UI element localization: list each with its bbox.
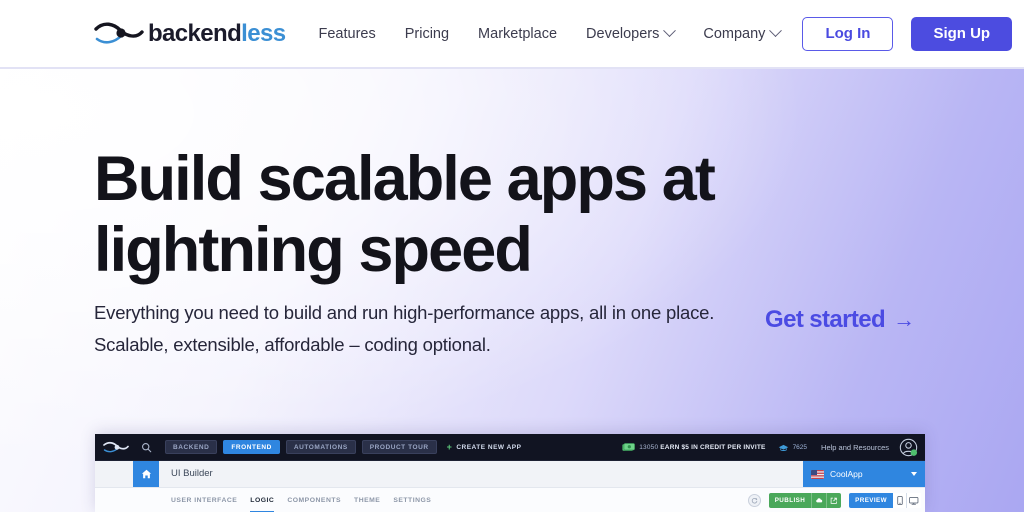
publish-button-group[interactable]: PUBLISH: [768, 493, 842, 508]
main-nav: Features Pricing Marketplace Developers …: [318, 24, 783, 42]
refresh-icon[interactable]: [747, 494, 761, 507]
logo-text-blue: less: [241, 19, 286, 47]
chevron-down-icon: [769, 24, 783, 38]
app-selector[interactable]: CoolApp: [803, 461, 925, 487]
auth-actions: Log In Sign Up: [802, 16, 1013, 51]
us-flag-icon: [811, 469, 824, 479]
nav-item-company[interactable]: Company: [703, 24, 783, 42]
chevron-down-icon: [663, 24, 677, 38]
nav-label: Developers: [586, 25, 660, 42]
logo[interactable]: backendless: [94, 14, 286, 54]
nav-label: Company: [703, 25, 766, 42]
tab-components[interactable]: COMPONENTS: [287, 488, 341, 512]
get-started-label: Get started: [765, 306, 886, 333]
page-title: Build scalable apps at lightning speed: [94, 144, 716, 285]
segment-backend[interactable]: BACKEND: [165, 439, 218, 455]
backendless-mark-icon[interactable]: [103, 441, 129, 454]
nav-label: Pricing: [404, 25, 450, 42]
nav-item-developers[interactable]: Developers: [586, 24, 677, 42]
create-new-app-label: CREATE NEW APP: [456, 443, 522, 451]
search-icon[interactable]: [137, 438, 155, 456]
app-tab-bar-actions: PUBLISH PREVIEW: [747, 488, 921, 512]
logo-text-dark: backend: [148, 19, 242, 47]
nav-item-features[interactable]: Features: [318, 26, 375, 42]
nav-item-marketplace[interactable]: Marketplace: [478, 26, 557, 42]
product-screenshot: BACKEND FRONTEND AUTOMATIONS PRODUCT TOU…: [95, 434, 925, 512]
cloud-icon[interactable]: [811, 493, 826, 508]
page-title-ui-builder: UI Builder: [171, 468, 213, 479]
money-icon: [622, 443, 636, 452]
login-button[interactable]: Log In: [802, 16, 894, 51]
nav-label: Features: [318, 25, 376, 42]
tab-logic[interactable]: LOGIC: [250, 488, 274, 512]
user-avatar-icon[interactable]: [899, 438, 919, 458]
home-button[interactable]: [133, 461, 159, 487]
mobile-icon[interactable]: [893, 493, 907, 508]
arrow-right-icon: →: [893, 307, 915, 332]
app-selector-name: CoolApp: [830, 469, 863, 479]
tab-user-interface[interactable]: USER INTERFACE: [171, 488, 237, 512]
tab-theme[interactable]: THEME: [354, 488, 380, 512]
credit-count: 13050: [639, 444, 659, 451]
app-tab-bar: USER INTERFACE LOGIC COMPONENTS THEME SE…: [95, 487, 925, 512]
create-new-app-button[interactable]: + CREATE NEW APP: [446, 441, 522, 452]
preview-label: PREVIEW: [855, 497, 887, 504]
cap-count: 7625: [792, 444, 808, 451]
segment-automations[interactable]: AUTOMATIONS: [285, 439, 356, 455]
get-started-link[interactable]: Get started →: [765, 306, 915, 334]
credit-text: 13050 EARN $5 IN CREDIT PER INVITE: [639, 444, 765, 451]
app-tabs: USER INTERFACE LOGIC COMPONENTS THEME SE…: [171, 488, 444, 512]
desktop-icon[interactable]: [907, 493, 921, 508]
publish-label: PUBLISH: [774, 497, 806, 504]
site-header: backendless Features Pricing Marketplace…: [0, 0, 1024, 69]
hero-subtext: Everything you need to build and run hig…: [94, 302, 715, 355]
segment-frontend[interactable]: FRONTEND: [223, 439, 280, 455]
help-and-resources-link[interactable]: Help and Resources: [821, 443, 889, 452]
external-link-icon[interactable]: [826, 493, 841, 508]
home-icon: [141, 469, 151, 479]
credit-label: EARN $5 IN CREDIT PER INVITE: [660, 444, 766, 451]
segment-product-tour[interactable]: PRODUCT TOUR: [361, 439, 437, 455]
app-topbar-right: 13050 EARN $5 IN CREDIT PER INVITE 7625 H…: [622, 434, 925, 461]
preview-button-group[interactable]: PREVIEW: [849, 493, 921, 508]
nav-item-pricing[interactable]: Pricing: [405, 26, 449, 42]
chevron-down-icon: [911, 472, 917, 476]
logo-text: backendless: [148, 19, 286, 47]
app-breadcrumb-bar: UI Builder CoolApp: [95, 461, 925, 487]
graduation-cap-icon: [778, 444, 789, 452]
nav-label: Marketplace: [478, 25, 558, 42]
plus-icon: +: [446, 441, 453, 452]
app-topbar: BACKEND FRONTEND AUTOMATIONS PRODUCT TOU…: [95, 434, 925, 461]
backendless-infinity-logo-icon: [94, 22, 144, 44]
tab-settings[interactable]: SETTINGS: [393, 488, 431, 512]
signup-button[interactable]: Sign Up: [911, 16, 1013, 51]
